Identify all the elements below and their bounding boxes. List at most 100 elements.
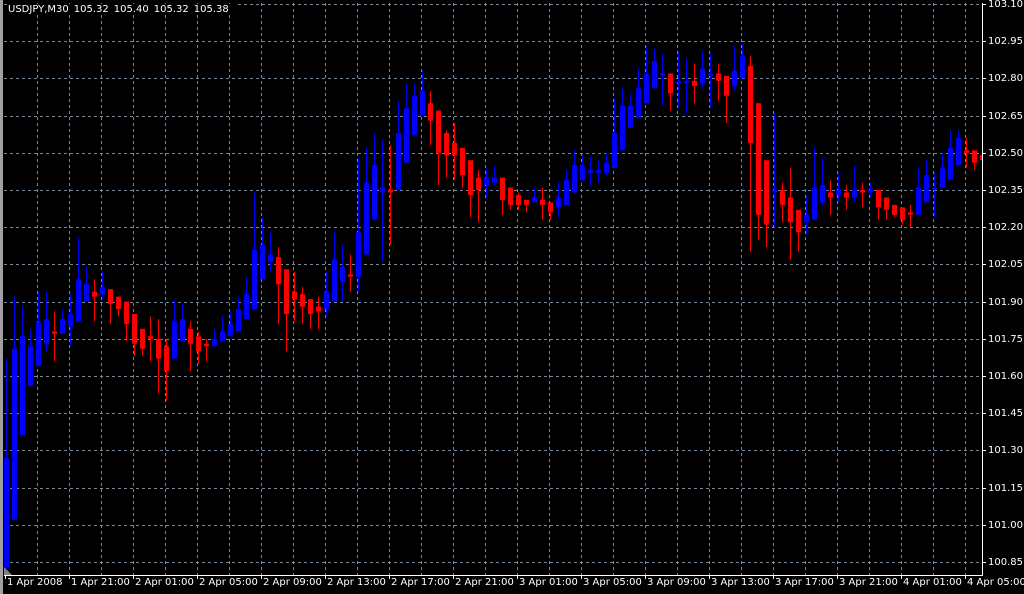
candle-body-bull	[868, 190, 873, 193]
candle-body-bull	[564, 180, 569, 205]
y-tick-label: 101.45	[988, 407, 1023, 419]
candle-body-bull	[100, 286, 105, 295]
candle-body-bull	[252, 249, 257, 310]
candle-body-bear	[108, 289, 113, 305]
candle-body-bear	[316, 306, 321, 312]
candle-body-bull	[612, 132, 617, 168]
candle-body-bear	[92, 291, 97, 297]
candle-body-bear	[900, 207, 905, 220]
x-tick-label: 2 Apr 21:00	[455, 577, 514, 588]
x-tick-label: 4 Apr 05:00	[967, 577, 1024, 588]
candle-body-bear	[972, 150, 977, 163]
candle-body-bull	[404, 108, 409, 163]
candle-body-bull	[68, 314, 73, 327]
candle-body-bear	[828, 192, 833, 198]
candle-body-bull	[636, 88, 641, 119]
candle-body-bull	[580, 165, 585, 181]
candle-body-bull	[836, 190, 841, 195]
candle-body-bear	[788, 197, 793, 223]
candlestick-chart[interactable]	[0, 0, 1024, 594]
candle-body-bear	[148, 336, 153, 339]
candle-body-bull	[228, 323, 233, 337]
x-tick-label: 3 Apr 21:00	[839, 577, 898, 588]
y-tick-label: 102.80	[988, 72, 1023, 84]
y-tick-label: 101.30	[988, 444, 1023, 456]
candle-body-bull	[708, 73, 713, 76]
candle-body-bear	[796, 209, 801, 233]
x-tick-label: 2 Apr 05:00	[199, 577, 258, 588]
candle-body-bull	[732, 70, 737, 86]
candle-body-bull	[36, 321, 41, 367]
candle-body-bull	[372, 165, 377, 220]
candle-body-bull	[324, 291, 329, 310]
candle-body-bull	[492, 177, 497, 183]
candle-body-bear	[524, 199, 529, 205]
candle-body-bull	[572, 165, 577, 193]
y-tick-label: 102.50	[988, 147, 1023, 159]
candle-body-bear	[748, 66, 753, 143]
candle-body-bear	[348, 274, 353, 277]
candle-body-bear	[876, 190, 881, 208]
candle-body-bear	[884, 197, 889, 210]
candle-body-bull	[4, 457, 9, 567]
candle-body-bull	[588, 170, 593, 173]
candle-body-bull	[620, 105, 625, 151]
y-tick-label: 101.00	[988, 519, 1023, 531]
candle-body-bear	[500, 177, 505, 200]
x-tick-label: 2 Apr 09:00	[263, 577, 322, 588]
candle-body-bear	[156, 338, 161, 359]
candle-body-bear	[468, 160, 473, 195]
candle-body-bull	[604, 162, 609, 173]
x-tick-label: 3 Apr 01:00	[519, 577, 578, 588]
plot-frame	[4, 3, 983, 576]
symbol-label: USDJPY,M30	[8, 4, 69, 15]
y-tick-label: 101.60	[988, 370, 1023, 382]
candle-body-bull	[924, 175, 929, 203]
chart-header: USDJPY,M30 105.32 105.40 105.32 105.38	[8, 4, 236, 15]
candle-body-bull	[12, 348, 17, 520]
candle-body-bear	[196, 336, 201, 352]
candle-body-bull	[772, 190, 777, 193]
candle-body-bull	[44, 318, 49, 344]
candle-body-bull	[812, 187, 817, 220]
candle-body-bull	[652, 61, 657, 89]
candle-body-bear	[388, 190, 393, 193]
candle-body-bear	[724, 75, 729, 96]
candle-body-bull	[212, 338, 217, 347]
candle-body-bull	[364, 182, 369, 255]
x-tick-label: 4 Apr 01:00	[903, 577, 962, 588]
x-tick-label: 3 Apr 17:00	[775, 577, 834, 588]
x-tick-label: 3 Apr 09:00	[647, 577, 706, 588]
candle-body-bear	[140, 328, 145, 349]
y-tick-label: 100.85	[988, 556, 1023, 568]
x-tick-label: 1 Apr 2008	[7, 577, 63, 588]
candle-body-bear	[164, 346, 169, 372]
y-tick-label: 102.05	[988, 258, 1023, 270]
candle-body-bull	[644, 73, 649, 104]
candle-body-bear	[276, 256, 281, 285]
y-tick-label: 101.90	[988, 296, 1023, 308]
candle-body-bear	[428, 103, 433, 121]
y-tick-label: 102.95	[988, 35, 1023, 47]
candle-body-bull	[244, 294, 249, 319]
candle-body-bull	[260, 244, 265, 280]
candle-body-bull	[700, 68, 705, 84]
x-tick-label: 2 Apr 13:00	[327, 577, 386, 588]
candle-body-bull	[268, 254, 273, 262]
candle-body-bull	[676, 80, 681, 84]
candle-body-bull	[420, 90, 425, 116]
candle-body-bull	[660, 73, 665, 76]
candle-body-bear	[452, 142, 457, 156]
candle-body-bear	[132, 314, 137, 344]
y-tick-label: 101.75	[988, 333, 1023, 345]
candle-body-bull	[172, 321, 177, 359]
candle-body-bull	[220, 331, 225, 342]
candle-body-bull	[684, 80, 689, 84]
x-tick-label: 1 Apr 21:00	[71, 577, 130, 588]
candle-body-bull	[484, 177, 489, 186]
candle-body-bull	[356, 232, 361, 277]
candle-body-bull	[556, 197, 561, 208]
candle-body-bear	[964, 150, 969, 153]
candle-body-bull	[412, 95, 417, 136]
candle-body-bull	[532, 197, 537, 203]
